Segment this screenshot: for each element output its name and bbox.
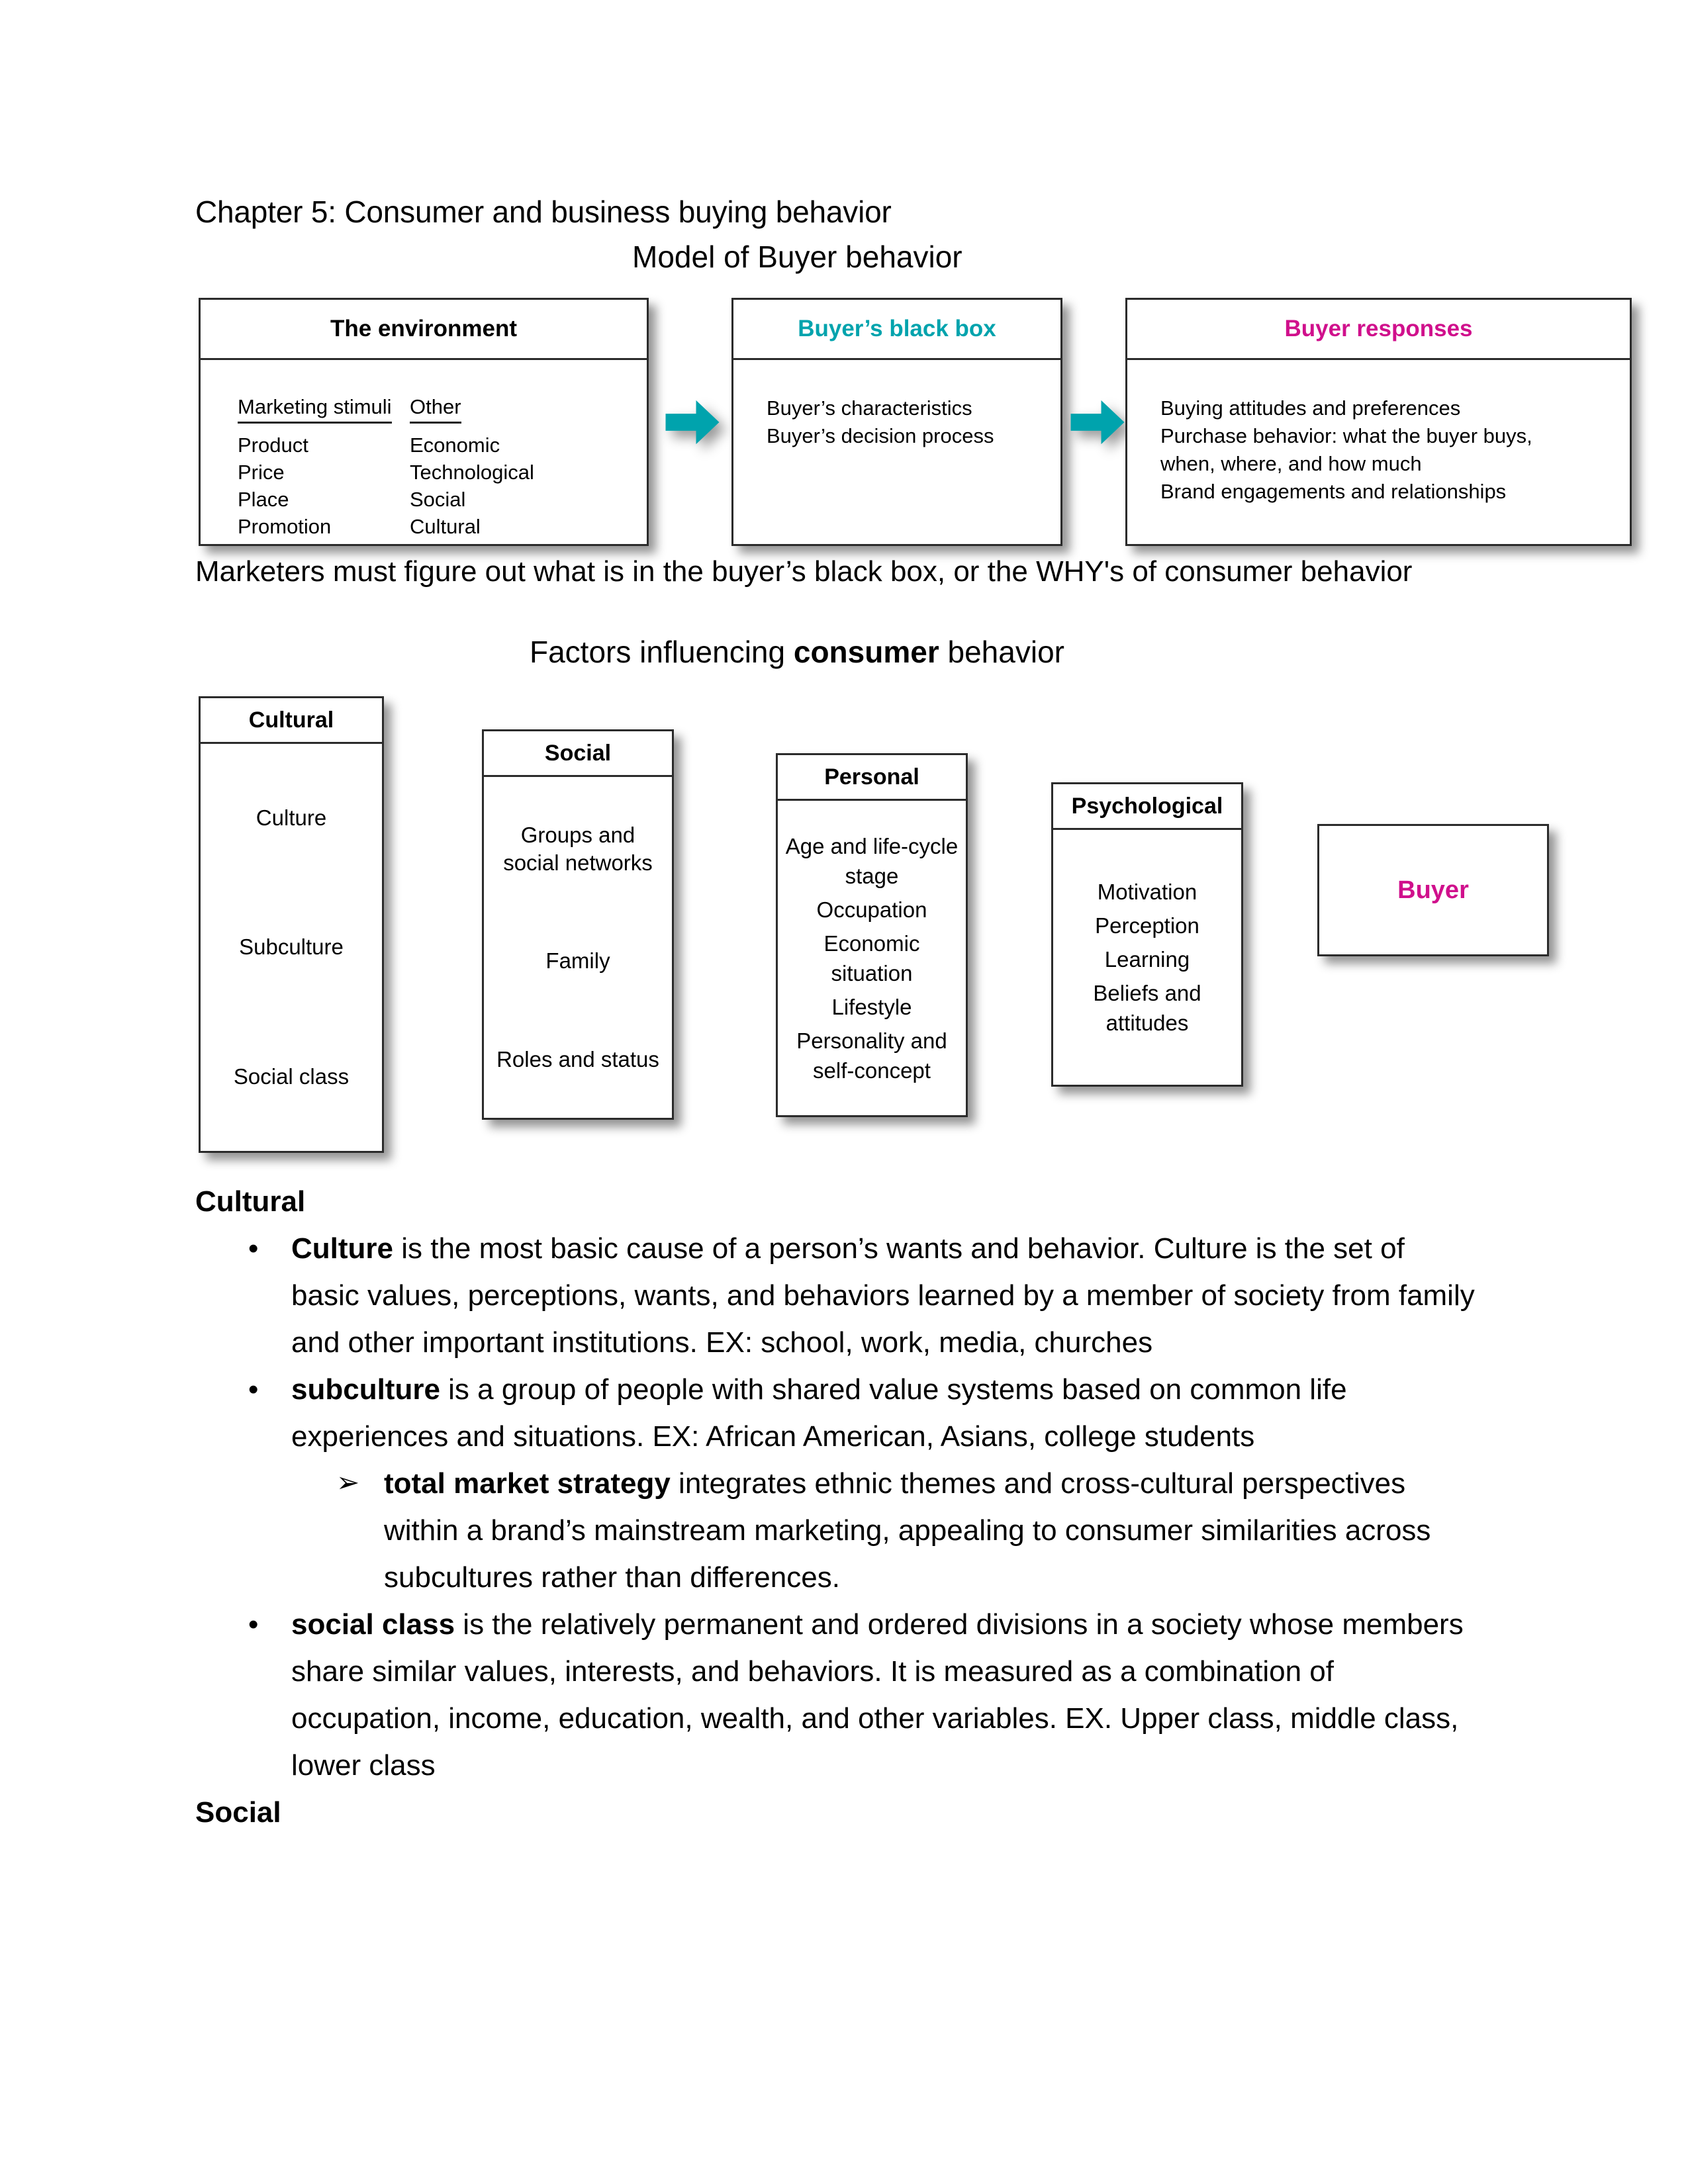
other-heading: Other bbox=[410, 393, 461, 424]
list-item: Cultural bbox=[410, 515, 481, 538]
list-item: • Culture is the most basic cause of a pe… bbox=[195, 1225, 1479, 1366]
page-title: Chapter 5: Consumer and business buying … bbox=[195, 195, 892, 229]
list-item: Promotion bbox=[238, 515, 332, 538]
list-item: Buying attitudes and preferences bbox=[1160, 396, 1461, 420]
list-item: Price bbox=[238, 461, 285, 484]
list-item: Culture bbox=[256, 805, 327, 830]
buyer-responses-body: Buying attitudes and preferences Purchas… bbox=[1127, 360, 1630, 506]
list-item: Age and life-cycle stage bbox=[785, 833, 959, 888]
buyer-box: Buyer bbox=[1317, 824, 1549, 956]
list-item: Economic bbox=[410, 433, 500, 457]
list-item: ➢ total market strategy integrates ethnic… bbox=[291, 1460, 1479, 1601]
buyers-black-box-title: Buyer’s black box bbox=[733, 300, 1060, 360]
the-environment-box: The environment Marketing stimuli Produc… bbox=[199, 298, 649, 546]
list-item: Occupation bbox=[816, 897, 927, 922]
buyer-responses-box: Buyer responses Buying attitudes and pre… bbox=[1125, 298, 1632, 546]
list-item: Perception bbox=[1095, 913, 1199, 938]
list-item: Personality and self-concept bbox=[796, 1028, 947, 1083]
social-factors-list: Groups and social networks Family Roles … bbox=[484, 777, 672, 1118]
factors-heading-emphasis: consumer bbox=[793, 635, 939, 669]
list-item: Beliefs and attitudes bbox=[1093, 981, 1201, 1035]
factors-heading-prefix: Factors influencing bbox=[530, 635, 794, 669]
psychological-factors-list: Motivation Perception Learning Beliefs a… bbox=[1053, 830, 1241, 1085]
document-page: Chapter 5: Consumer and business buying … bbox=[0, 0, 1688, 2184]
bullet-text: is the relatively permanent and ordered … bbox=[291, 1608, 1464, 1782]
list-item: Place bbox=[238, 488, 289, 511]
bullet-marker: • bbox=[248, 1608, 259, 1641]
list-item: Subculture bbox=[239, 934, 344, 960]
list-item: Social class bbox=[233, 1064, 350, 1089]
list-item: Social bbox=[410, 488, 466, 511]
personal-factors-list: Age and life-cycle stage Occupation Econ… bbox=[778, 801, 966, 1115]
sub-bullet-marker: ➢ bbox=[336, 1467, 360, 1498]
list-item: Technological bbox=[410, 461, 534, 484]
arrow-right-icon bbox=[1070, 400, 1125, 445]
bullet-term: social class bbox=[291, 1608, 455, 1641]
bullet-marker: • bbox=[248, 1373, 259, 1406]
buyer-label: Buyer bbox=[1397, 876, 1469, 904]
sub-bullet-list: ➢ total market strategy integrates ethnic… bbox=[291, 1460, 1479, 1601]
model-of-buyer-behavior-heading: Model of Buyer behavior bbox=[632, 240, 962, 274]
list-item: • social class is the relatively permanen… bbox=[195, 1601, 1479, 1789]
cultural-bullet-list: • Culture is the most basic cause of a pe… bbox=[195, 1225, 1479, 1789]
list-item: Product bbox=[238, 433, 308, 457]
psychological-factors-box: Psychological Motivation Perception Lear… bbox=[1051, 782, 1243, 1087]
cultural-section-heading: Cultural bbox=[195, 1185, 306, 1218]
bullet-text: is a group of people with shared value s… bbox=[291, 1373, 1347, 1453]
personal-factors-title: Personal bbox=[778, 755, 966, 801]
the-environment-body: Marketing stimuli Product Price Place Pr… bbox=[201, 360, 647, 540]
social-factors-box: Social Groups and social networks Family… bbox=[482, 729, 674, 1120]
cultural-factors-box: Cultural Culture Subculture Social class bbox=[199, 696, 384, 1153]
psychological-factors-title: Psychological bbox=[1053, 784, 1241, 830]
buyers-black-box: Buyer’s black box Buyer’s characteristic… bbox=[731, 298, 1062, 546]
buyers-black-box-body: Buyer’s characteristics Buyer’s decision… bbox=[733, 360, 1060, 450]
list-item: Purchase behavior: what the buyer buys, bbox=[1160, 424, 1532, 447]
cultural-factors-title: Cultural bbox=[201, 698, 382, 744]
buyer-responses-title: Buyer responses bbox=[1127, 300, 1630, 360]
the-environment-title: The environment bbox=[201, 300, 647, 360]
marketing-stimuli-heading: Marketing stimuli bbox=[238, 393, 392, 424]
bullet-term: Culture bbox=[291, 1232, 393, 1265]
list-item: Roles and status bbox=[496, 1046, 659, 1071]
list-item: Buyer’s decision process bbox=[767, 424, 994, 447]
black-box-caption: Marketers must figure out what is in the… bbox=[195, 555, 1413, 588]
social-factors-title: Social bbox=[484, 731, 672, 777]
cultural-factors-list: Culture Subculture Social class bbox=[201, 744, 382, 1151]
personal-factors-box: Personal Age and life-cycle stage Occupa… bbox=[776, 753, 968, 1117]
list-item: Family bbox=[545, 948, 610, 974]
marketing-stimuli-column: Marketing stimuli Product Price Place Pr… bbox=[238, 393, 410, 540]
social-section-heading: Social bbox=[195, 1796, 281, 1829]
bullet-term: subculture bbox=[291, 1373, 440, 1406]
arrow-right-icon bbox=[665, 400, 720, 445]
bullet-text: is the most basic cause of a person’s wa… bbox=[291, 1232, 1475, 1359]
factors-influencing-heading: Factors influencing consumer behavior bbox=[530, 632, 1064, 672]
list-item: Motivation bbox=[1097, 880, 1197, 904]
factors-heading-suffix: behavior bbox=[939, 635, 1064, 669]
list-item: • subculture is a group of people with sh… bbox=[195, 1366, 1479, 1601]
notes-body: Cultural • Culture is the most basic caus… bbox=[195, 1178, 1479, 1836]
list-item: Brand engagements and relationships bbox=[1160, 480, 1507, 503]
list-item: Lifestyle bbox=[831, 994, 912, 1019]
list-item: Buyer’s characteristics bbox=[767, 396, 972, 420]
other-column: Other Economic Technological Social Cult… bbox=[410, 393, 534, 540]
list-item: Economic situation bbox=[823, 931, 920, 985]
list-item: Learning bbox=[1104, 947, 1190, 972]
bullet-marker: • bbox=[248, 1232, 259, 1265]
list-item: when, where, and how much bbox=[1160, 452, 1422, 475]
sub-bullet-term: total market strategy bbox=[384, 1467, 671, 1500]
list-item: Groups and social networks bbox=[503, 823, 653, 876]
